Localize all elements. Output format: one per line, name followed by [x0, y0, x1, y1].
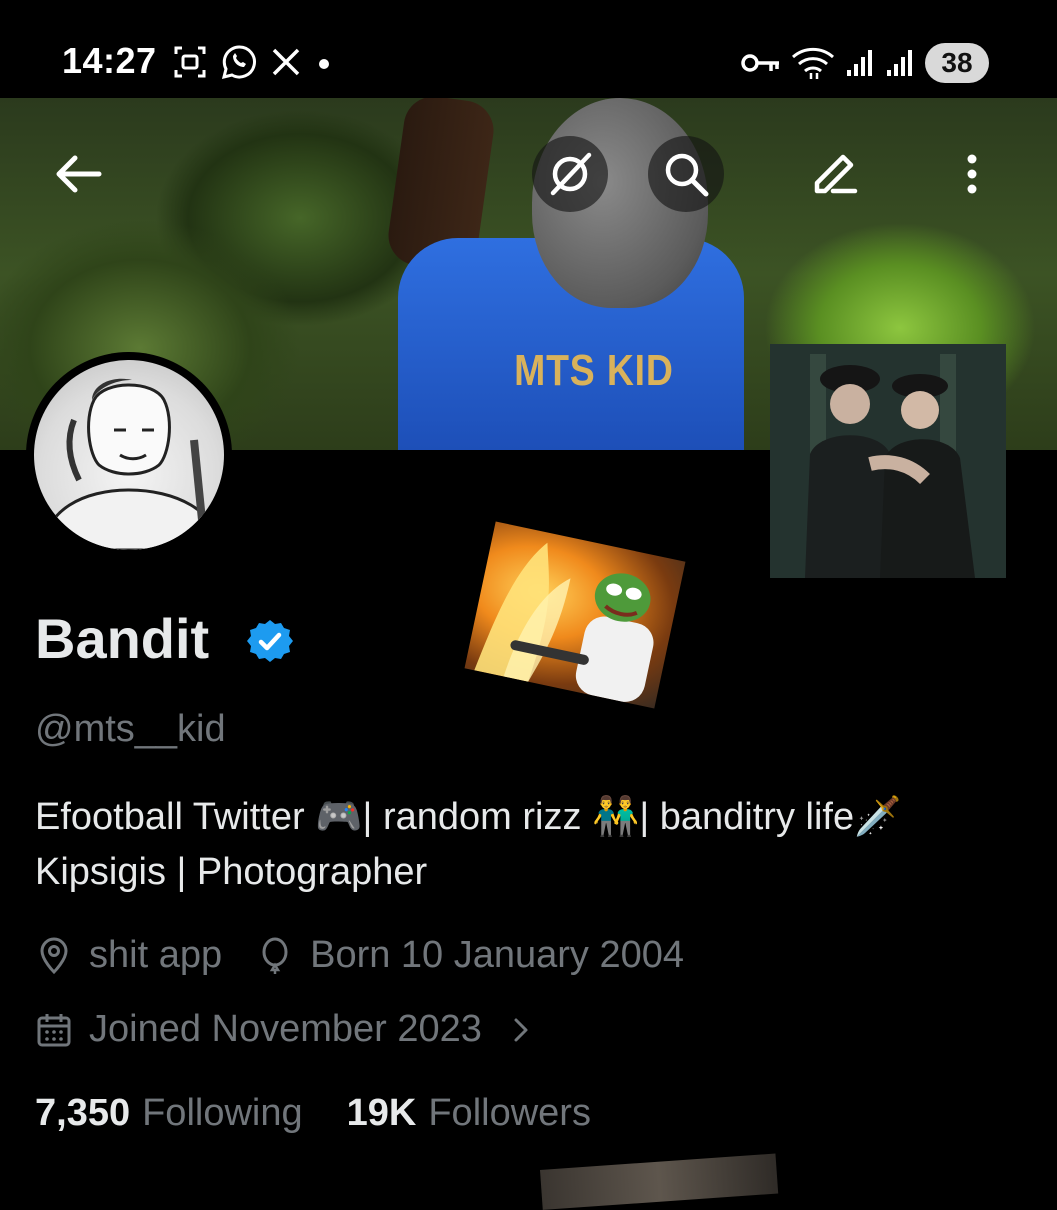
search-button[interactable] — [648, 136, 724, 212]
back-arrow-icon — [56, 155, 102, 193]
avatar[interactable] — [26, 352, 232, 558]
balloon-icon — [262, 937, 288, 974]
profile-handle: @mts__kid — [35, 708, 226, 750]
status-bar: 14:27 38 — [0, 0, 1057, 98]
search-icon — [665, 153, 709, 197]
more-button[interactable] — [934, 136, 1010, 212]
wifi-icon — [792, 47, 834, 79]
avatar-drawing — [42, 378, 221, 550]
profile-meta-row: shit app Born 10 January 2004 — [35, 934, 684, 977]
signal-icon — [887, 50, 912, 76]
followers-stat[interactable]: 19K Followers — [347, 1092, 591, 1135]
profile-joined-row[interactable]: Joined November 2023 — [35, 1008, 536, 1051]
verified-badge-icon — [247, 620, 293, 662]
profile-stats: 7,350 Following 19K Followers — [35, 1092, 591, 1135]
status-time: 14:27 — [62, 40, 157, 81]
battery-indicator: 38 — [925, 43, 989, 83]
location-pin-icon — [40, 937, 68, 974]
status-left-icons — [172, 42, 334, 82]
profile-joined: Joined November 2023 — [89, 1008, 482, 1050]
profile-bio: Efootball Twitter 🎮| random rizz 👬| band… — [35, 790, 1015, 900]
following-label: Following — [142, 1092, 303, 1134]
following-count: 7,350 — [35, 1092, 131, 1134]
x-logo-icon — [272, 48, 300, 76]
following-stat[interactable]: 7,350 Following — [35, 1092, 303, 1135]
followers-label: Followers — [428, 1092, 591, 1134]
grok-button[interactable] — [532, 136, 608, 212]
notification-dot-icon — [319, 59, 329, 69]
profile-location: shit app — [89, 934, 223, 976]
back-button[interactable] — [40, 136, 116, 212]
sticker-figures — [770, 344, 1006, 578]
more-vertical-icon — [967, 154, 977, 194]
avatar-image — [34, 360, 224, 550]
followers-count: 19K — [346, 1092, 417, 1134]
bio-line: Efootball Twitter 🎮| random rizz 👬| band… — [35, 796, 902, 838]
banner-jersey-text: MTS KID — [514, 346, 674, 395]
calendar-icon — [37, 1013, 71, 1046]
edit-button[interactable] — [796, 136, 872, 212]
pepe-chef-sticker — [464, 521, 686, 709]
status-right-icons: 38 — [741, 40, 989, 86]
profile-name: Bandit — [35, 607, 210, 670]
signal-icon — [847, 50, 872, 76]
grok-icon — [550, 152, 592, 196]
partial-image-peek — [540, 1153, 779, 1210]
edit-icon — [814, 154, 858, 194]
peaky-blinders-sticker — [770, 344, 1006, 578]
bio-line: Kipsigis | Photographer — [35, 851, 428, 893]
screenshot-icon — [174, 46, 206, 78]
vpn-key-icon — [741, 54, 779, 72]
whatsapp-icon — [221, 45, 256, 80]
profile-birthday: Born 10 January 2004 — [310, 934, 685, 976]
sticker-chef — [474, 542, 654, 702]
chevron-right-icon[interactable] — [506, 1015, 536, 1045]
